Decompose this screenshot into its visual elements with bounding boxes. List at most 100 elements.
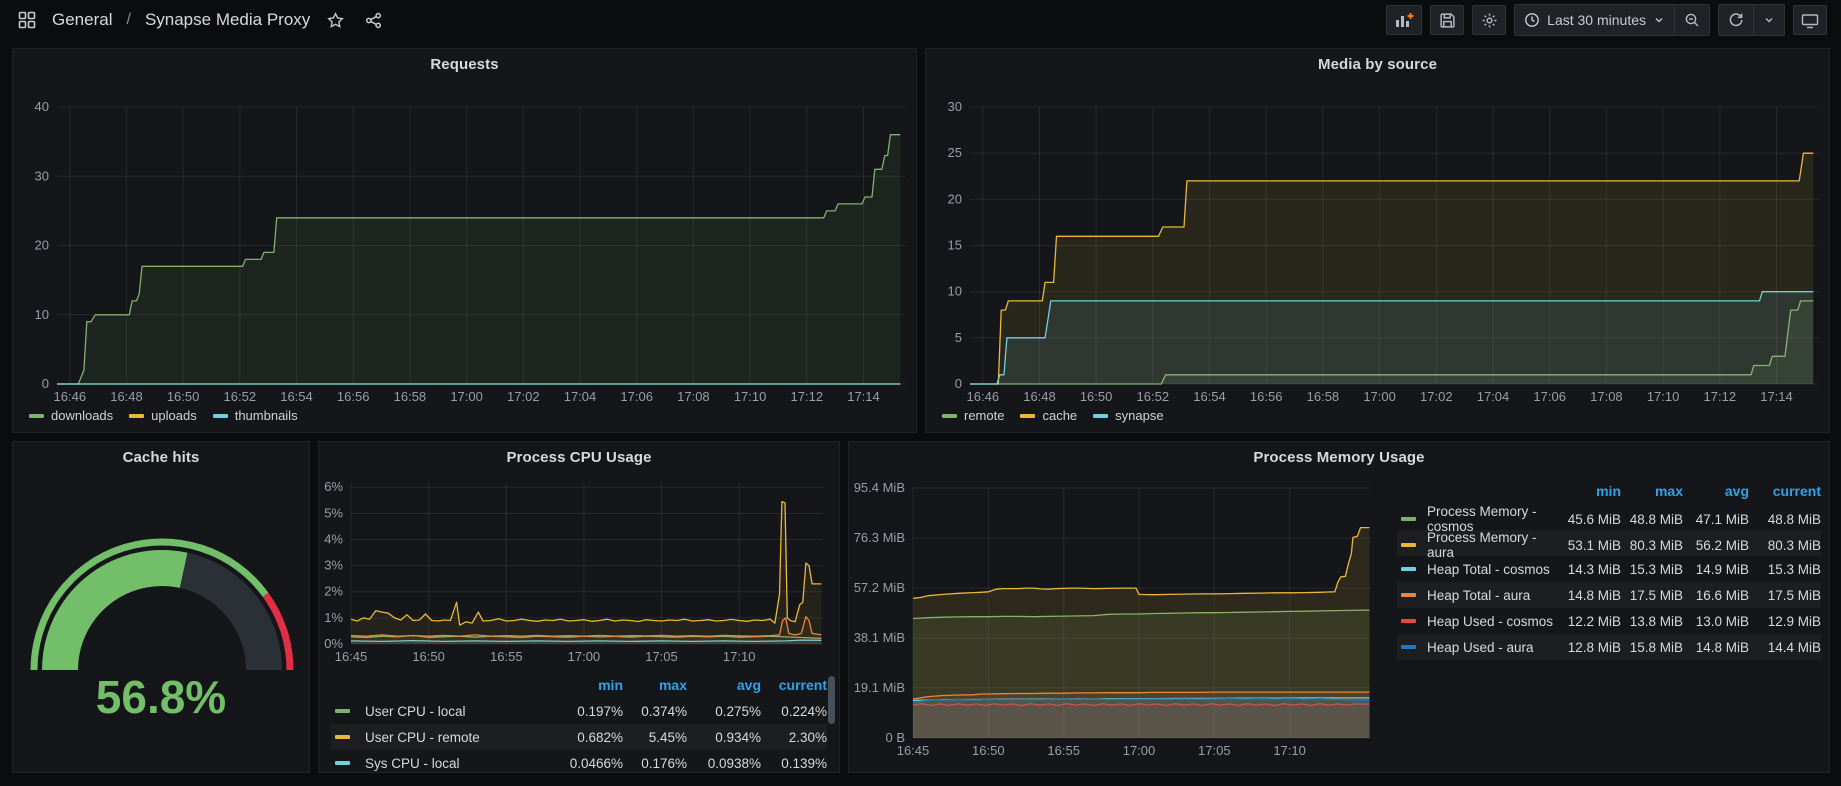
svg-text:16:52: 16:52 (224, 389, 257, 404)
svg-text:16:55: 16:55 (490, 649, 523, 664)
legend-row: Sys CPU - local 0.0466% 0.176% 0.0938% 0… (331, 750, 827, 776)
svg-text:17:12: 17:12 (791, 389, 824, 404)
col-max[interactable]: max (623, 677, 687, 693)
series-label: downloads (51, 408, 113, 423)
svg-text:17:10: 17:10 (1647, 389, 1680, 404)
svg-text:19.1 MiB: 19.1 MiB (854, 680, 905, 695)
svg-text:5%: 5% (324, 505, 343, 520)
favorite-star-icon[interactable] (322, 7, 348, 33)
series-label[interactable]: User CPU - remote (365, 730, 559, 745)
series-swatch (335, 709, 350, 713)
series-label: uploads (151, 408, 197, 423)
svg-text:16:50: 16:50 (1080, 389, 1113, 404)
legend-item[interactable]: thumbnails (213, 408, 298, 423)
svg-text:16:45: 16:45 (897, 743, 930, 758)
time-range-picker[interactable]: Last 30 minutes (1515, 5, 1674, 35)
media-legend: remote cache synapse (942, 408, 1164, 423)
series-label: cache (1042, 408, 1077, 423)
series-label: synapse (1115, 408, 1163, 423)
svg-text:6%: 6% (324, 479, 343, 494)
memory-chart[interactable]: 0 B19.1 MiB38.1 MiB57.2 MiB76.3 MiB95.4 … (849, 472, 1389, 772)
panel-title[interactable]: Requests (13, 56, 916, 73)
zoom-out-time-button[interactable] (1674, 5, 1709, 35)
series-label[interactable]: Heap Used - cosmos (1427, 614, 1555, 629)
svg-text:1%: 1% (324, 610, 343, 625)
legend-row: Heap Total - aura 14.8 MiB 17.5 MiB 16.6… (1397, 582, 1821, 608)
svg-text:0: 0 (42, 376, 49, 391)
col-min[interactable]: min (559, 677, 623, 693)
panel-title[interactable]: Cache hits (13, 449, 309, 466)
col-avg[interactable]: avg (1683, 483, 1749, 499)
svg-text:17:10: 17:10 (1273, 743, 1306, 758)
breadcrumb-separator: / (124, 11, 132, 29)
series-swatch (29, 414, 44, 418)
svg-text:16:52: 16:52 (1137, 389, 1170, 404)
svg-text:16:50: 16:50 (412, 649, 445, 664)
series-swatch (1401, 567, 1416, 571)
legend-item[interactable]: remote (942, 408, 1004, 423)
legend-row: User CPU - remote 0.682% 5.45% 0.934% 2.… (331, 724, 827, 750)
svg-text:16:50: 16:50 (167, 389, 200, 404)
legend-item[interactable]: synapse (1093, 408, 1163, 423)
panel-process-cpu: Process CPU Usage 0%1%2%3%4%5%6%16:4516:… (318, 441, 840, 773)
series-label[interactable]: Heap Total - cosmos (1427, 562, 1555, 577)
tv-mode-button[interactable] (1793, 5, 1827, 35)
series-swatch (1020, 414, 1035, 418)
gauge-value: 56.8% (13, 670, 309, 724)
breadcrumb-dashboard-title: Synapse Media Proxy (145, 10, 310, 30)
legend-item[interactable]: uploads (129, 408, 197, 423)
col-avg[interactable]: avg (687, 677, 761, 693)
col-current[interactable]: current (761, 677, 827, 693)
series-label: remote (964, 408, 1004, 423)
svg-text:16:46: 16:46 (967, 389, 1000, 404)
series-swatch (942, 414, 957, 418)
series-label[interactable]: Heap Used - aura (1427, 640, 1555, 655)
clock-icon (1524, 12, 1540, 28)
share-icon[interactable] (360, 7, 386, 33)
series-label[interactable]: User CPU - local (365, 704, 559, 719)
panel-process-memory: Process Memory Usage 0 B19.1 MiB38.1 MiB… (848, 441, 1830, 773)
svg-text:16:58: 16:58 (394, 389, 427, 404)
legend-scrollbar[interactable] (828, 676, 835, 724)
dashboard-settings-button[interactable] (1472, 5, 1506, 35)
legend-row: Heap Used - cosmos 12.2 MiB 13.8 MiB 13.… (1397, 608, 1821, 634)
svg-text:17:10: 17:10 (734, 389, 767, 404)
series-label[interactable]: Process Memory - aura (1427, 530, 1555, 560)
refresh-interval-caret[interactable] (1753, 5, 1784, 35)
save-dashboard-button[interactable] (1430, 5, 1464, 35)
requests-chart[interactable]: 01020304016:4616:4816:5016:5216:5416:561… (13, 87, 918, 409)
panel-title[interactable]: Process Memory Usage (849, 449, 1829, 466)
svg-text:16:45: 16:45 (335, 649, 368, 664)
svg-text:16:56: 16:56 (1250, 389, 1283, 404)
svg-text:17:02: 17:02 (1420, 389, 1453, 404)
svg-text:17:04: 17:04 (1477, 389, 1510, 404)
media-chart[interactable]: 05101520253016:4616:4816:5016:5216:5416:… (926, 87, 1831, 409)
series-label[interactable]: Heap Total - aura (1427, 588, 1555, 603)
svg-text:17:04: 17:04 (564, 389, 597, 404)
legend-item[interactable]: downloads (29, 408, 113, 423)
add-panel-button[interactable] (1386, 5, 1422, 35)
legend-item[interactable]: cache (1020, 408, 1077, 423)
svg-text:16:56: 16:56 (337, 389, 370, 404)
svg-text:40: 40 (35, 99, 49, 114)
svg-text:16:58: 16:58 (1307, 389, 1340, 404)
panel-title[interactable]: Process CPU Usage (319, 449, 839, 466)
col-max[interactable]: max (1621, 483, 1683, 499)
series-label[interactable]: Sys CPU - local (365, 756, 559, 771)
col-current[interactable]: current (1749, 483, 1821, 499)
svg-text:57.2 MiB: 57.2 MiB (854, 580, 905, 595)
cpu-chart[interactable]: 0%1%2%3%4%5%6%16:4516:5016:5517:0017:051… (319, 474, 841, 672)
svg-text:95.4 MiB: 95.4 MiB (854, 480, 905, 495)
col-min[interactable]: min (1555, 483, 1621, 499)
dashboards-grid-icon[interactable] (14, 7, 40, 33)
series-swatch (213, 414, 228, 418)
series-swatch (335, 761, 350, 765)
svg-text:16:48: 16:48 (110, 389, 143, 404)
svg-text:20: 20 (35, 238, 49, 253)
panel-title[interactable]: Media by source (926, 56, 1829, 73)
refresh-button[interactable] (1719, 5, 1753, 35)
svg-text:17:14: 17:14 (847, 389, 880, 404)
series-swatch (335, 735, 350, 739)
breadcrumb-folder[interactable]: General (52, 10, 112, 30)
svg-text:17:06: 17:06 (1533, 389, 1566, 404)
